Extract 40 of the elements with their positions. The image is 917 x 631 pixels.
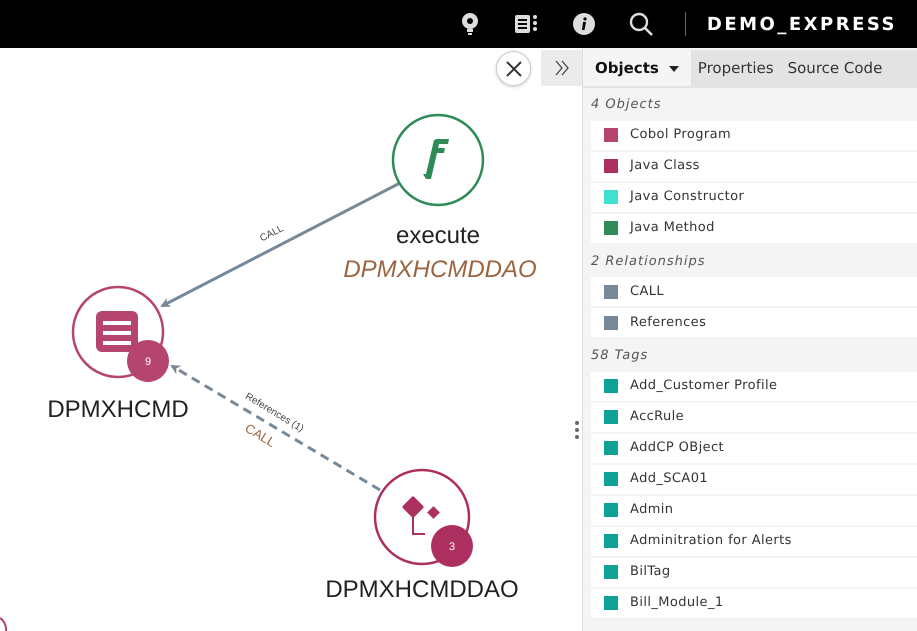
legend-item[interactable]: Java Constructor (591, 182, 917, 212)
node-circle[interactable] (392, 114, 484, 206)
legend-item[interactable]: Add_SCA01 (591, 464, 917, 494)
panel-tab[interactable]: Objects (583, 50, 691, 86)
close-button[interactable] (496, 51, 531, 86)
chevrons-icon (554, 59, 570, 77)
legend-item[interactable]: Admin (591, 496, 917, 524)
legend-item[interactable]: Cobol Program (591, 120, 917, 150)
node-label: DPMXHCMD (47, 396, 189, 423)
drag-handle-icon[interactable] (575, 420, 579, 440)
node-outline-drawing (0, 617, 8, 631)
close-icon (504, 60, 522, 78)
panel-tab[interactable]: Source Code (780, 50, 890, 86)
section-heading: 58 Tags (590, 347, 650, 365)
legend-item[interactable]: References (591, 308, 917, 337)
legend-item[interactable]: Java Method (591, 214, 917, 242)
document-icon (96, 311, 138, 352)
legend-item[interactable]: CALL (591, 277, 917, 306)
node-label: DPMXHCMDDAO (325, 576, 519, 603)
section-heading: 2 Relationships (590, 252, 707, 270)
panel-tab[interactable]: Properties (690, 50, 781, 86)
legend-item[interactable]: AddCP OBject (591, 434, 917, 462)
count-badge: 3 (431, 525, 473, 567)
legend-item[interactable]: AccRule (591, 402, 917, 432)
legend-item[interactable]: Add_Customer Profile (591, 372, 917, 400)
edge-label: CALL (258, 223, 286, 244)
count-badge: 9 (127, 340, 169, 382)
info-icon[interactable] (570, 11, 597, 37)
search-icon[interactable] (628, 11, 654, 37)
function-icon (423, 139, 449, 179)
node-sublabel: DPMXHCMDDAO (343, 256, 537, 283)
node-label: execute (396, 222, 480, 249)
section-heading: 4 Objects (590, 96, 663, 114)
legend-item[interactable]: Java Class (591, 152, 917, 180)
collapse-button[interactable] (541, 50, 582, 86)
legend-item[interactable]: Adminitration for Alerts (591, 526, 917, 556)
legend-item[interactable]: BilTag (591, 558, 917, 586)
legend-item[interactable]: Bill_Module_1 (591, 588, 917, 618)
project-title: DEMO_EXPRESS (706, 12, 897, 36)
hierarchy-icon (402, 496, 440, 535)
